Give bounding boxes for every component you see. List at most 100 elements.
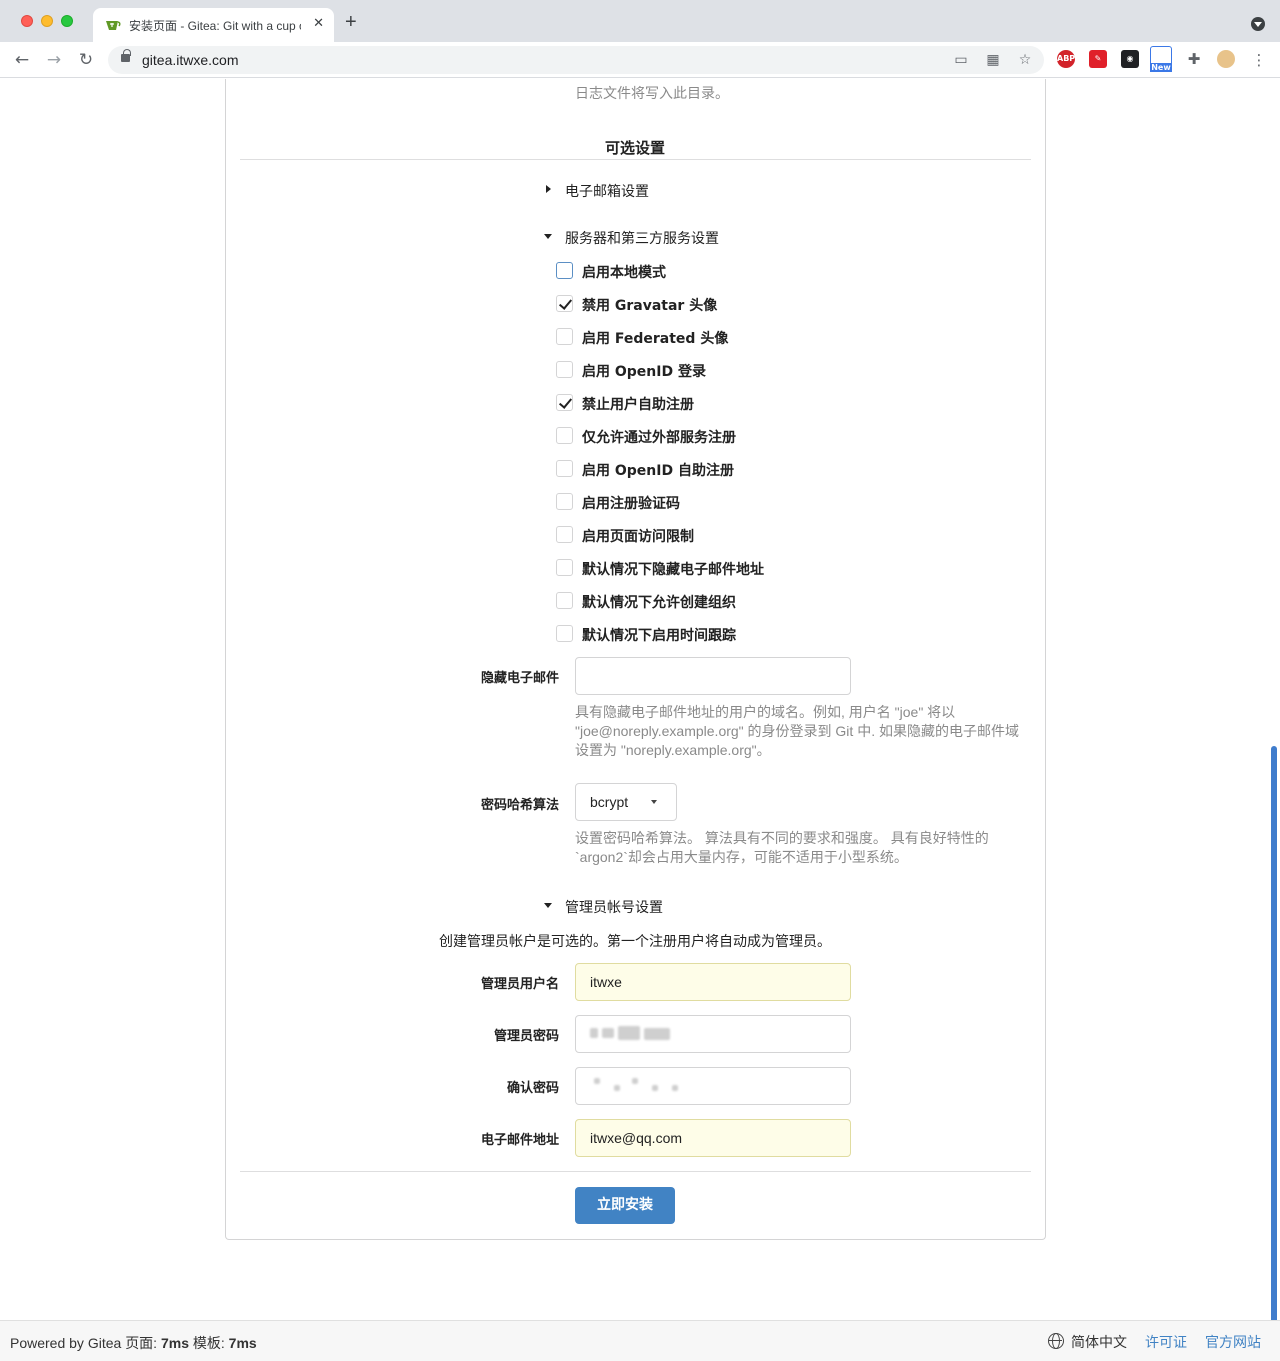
- option-label: 仅允许通过外部服务注册: [582, 430, 736, 446]
- page-content: 日志文件将写入此目录。 可选设置 电子邮箱设置 服务器和第三方服务设置 启用本地…: [0, 79, 1280, 1361]
- license-link[interactable]: 许可证: [1145, 1332, 1187, 1352]
- tab-title: 安装页面 - Gitea: Git with a cup of tea: [129, 19, 301, 33]
- option-label: 启用 OpenID 登录: [582, 364, 706, 380]
- template-time-value: 7ms: [228, 1335, 257, 1351]
- template-time-label: 模板:: [192, 1335, 225, 1351]
- browser-toolbar: ← → ↻ gitea.itwxe.com ▭ ▦ ☆ ABP ✎ ◉ New …: [0, 42, 1280, 78]
- checkbox[interactable]: [556, 559, 573, 576]
- globe-icon: [1048, 1333, 1064, 1349]
- masked-char: [602, 1028, 614, 1038]
- checkbox[interactable]: [556, 625, 573, 642]
- option-label: 默认情况下启用时间跟踪: [582, 628, 736, 644]
- checkbox[interactable]: [556, 427, 573, 444]
- hidden-email-input[interactable]: [575, 657, 851, 695]
- checkbox-checked[interactable]: [556, 394, 573, 411]
- checkbox[interactable]: [556, 493, 573, 510]
- confirm-password-label: 确认密码: [506, 1081, 559, 1096]
- email-settings-label: 电子邮箱设置: [565, 184, 649, 200]
- caret-right-icon: [546, 185, 551, 193]
- divider: [240, 1171, 1031, 1172]
- masked-char: [618, 1026, 640, 1040]
- close-tab-icon[interactable]: ✕: [313, 16, 324, 31]
- masked-char: [644, 1028, 670, 1040]
- optional-settings-title: 可选设置: [605, 139, 666, 157]
- adblock-plus-icon[interactable]: ABP: [1057, 50, 1075, 68]
- password-hash-help-2: `argon2`却会占用大量内存，可能不适用于小型系统。: [575, 849, 908, 865]
- glasses-extension-icon[interactable]: ◉: [1121, 50, 1139, 68]
- install-now-button[interactable]: 立即安装: [575, 1187, 675, 1224]
- admin-settings-label: 管理员帐号设置: [565, 900, 663, 916]
- new-badge: New: [1150, 63, 1172, 72]
- checkbox[interactable]: [556, 526, 573, 543]
- new-extension-icon[interactable]: New: [1150, 46, 1172, 72]
- puzzle-extensions-icon[interactable]: ✚: [1185, 50, 1203, 68]
- pen-extension-icon[interactable]: ✎: [1089, 50, 1107, 68]
- page-footer: Powered by Gitea 页面: 7ms 模板: 7ms 简体中文 许可…: [0, 1320, 1280, 1361]
- option-label: 启用页面访问限制: [582, 529, 694, 545]
- password-hash-select[interactable]: bcrypt: [575, 783, 677, 821]
- option-label: 启用本地模式: [582, 265, 666, 281]
- page-time-value: 7ms: [160, 1335, 189, 1351]
- option-label: 启用 OpenID 自助注册: [582, 463, 734, 479]
- admin-password-input[interactable]: [575, 1015, 851, 1053]
- new-tab-icon[interactable]: +: [345, 11, 357, 34]
- page-time-label: 页面:: [125, 1335, 158, 1351]
- masked-char: [614, 1085, 620, 1091]
- address-bar[interactable]: gitea.itwxe.com ▭ ▦ ☆: [108, 46, 1044, 74]
- checkbox[interactable]: [556, 328, 573, 345]
- admin-username-label: 管理员用户名: [480, 977, 559, 992]
- log-path-help: 日志文件将写入此目录。: [575, 85, 729, 101]
- admin-password-label: 管理员密码: [493, 1029, 559, 1044]
- caret-down-icon: [544, 903, 552, 908]
- hidden-email-help-3: 设置为 "noreply.example.org"。: [575, 742, 771, 758]
- server-settings-label: 服务器和第三方服务设置: [565, 231, 719, 247]
- hidden-email-label: 隐藏电子邮件: [480, 671, 559, 686]
- language-selector[interactable]: 简体中文: [1071, 1332, 1127, 1352]
- hidden-email-help-1: 具有隐藏电子邮件地址的用户的域名。例如, 用户名 "joe" 将以: [575, 704, 956, 720]
- checkbox[interactable]: [556, 460, 573, 477]
- confirm-password-input[interactable]: [575, 1067, 851, 1105]
- window-zoom-button[interactable]: [61, 15, 73, 27]
- browser-menu-icon[interactable]: ⋮: [1248, 49, 1270, 71]
- qr-code-icon[interactable]: ▦: [984, 51, 1002, 69]
- option-label: 禁止用户自助注册: [582, 397, 694, 413]
- caret-down-icon: [544, 234, 552, 239]
- hidden-email-help-2: "joe@noreply.example.org" 的身份登录到 Git 中. …: [575, 723, 1019, 739]
- checkbox[interactable]: [556, 262, 573, 279]
- masked-char: [672, 1085, 678, 1091]
- powered-by-text: Powered by Gitea: [10, 1335, 122, 1351]
- url-text[interactable]: gitea.itwxe.com: [142, 52, 238, 68]
- footer-stats: Powered by Gitea 页面: 7ms 模板: 7ms: [10, 1333, 257, 1353]
- password-hash-help-1: 设置密码哈希算法。 算法具有不同的要求和强度。 具有良好特性的: [575, 830, 989, 846]
- masked-char: [594, 1078, 600, 1084]
- window-close-button[interactable]: [21, 15, 33, 27]
- bookmark-star-icon[interactable]: ☆: [1016, 51, 1034, 69]
- checkbox[interactable]: [556, 592, 573, 609]
- checkbox[interactable]: [556, 361, 573, 378]
- browser-tab[interactable]: 安装页面 - Gitea: Git with a cup of tea ✕: [93, 8, 334, 42]
- option-label: 默认情况下允许创建组织: [582, 595, 736, 611]
- admin-email-input[interactable]: [575, 1119, 851, 1157]
- page-scrollbar[interactable]: [1271, 746, 1277, 1360]
- admin-username-input[interactable]: [575, 963, 851, 1001]
- window-minimize-button[interactable]: [41, 15, 53, 27]
- divider: [240, 159, 1031, 160]
- masked-char: [632, 1078, 638, 1084]
- option-label: 启用 Federated 头像: [582, 331, 729, 347]
- official-website-link[interactable]: 官方网站: [1205, 1332, 1261, 1352]
- reload-icon[interactable]: ↻: [75, 49, 97, 71]
- checkbox-checked[interactable]: [556, 295, 573, 312]
- option-label: 禁用 Gravatar 头像: [582, 298, 718, 314]
- tab-search-icon[interactable]: [1251, 17, 1265, 31]
- option-label: 启用注册验证码: [582, 496, 680, 512]
- profile-avatar[interactable]: [1217, 50, 1235, 68]
- admin-email-label: 电子邮件地址: [480, 1133, 559, 1148]
- option-label: 默认情况下隐藏电子邮件地址: [582, 562, 764, 578]
- masked-char: [590, 1028, 598, 1038]
- back-arrow-icon[interactable]: ←: [11, 49, 33, 71]
- lock-icon: [121, 49, 131, 62]
- masked-char: [652, 1085, 658, 1091]
- admin-note: 创建管理员帐户是可选的。第一个注册用户将自动成为管理员。: [439, 934, 831, 950]
- forward-arrow-icon[interactable]: →: [43, 49, 65, 71]
- cast-icon[interactable]: ▭: [952, 51, 970, 69]
